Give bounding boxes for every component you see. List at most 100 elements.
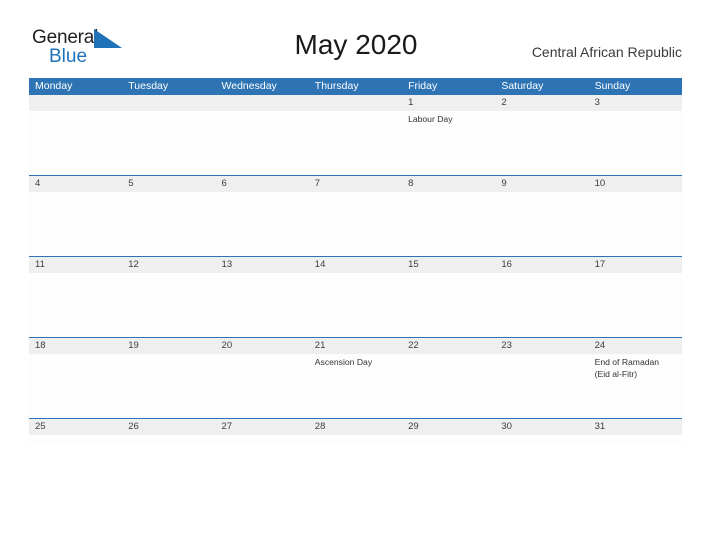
holiday-label: Ascension Day (314, 357, 373, 367)
calendar-weeks: 1 Labour Day 2 3 4 5 6 7 8 9 10 11 12 13 14 15 16 17 18 19 2… (29, 95, 682, 445)
calendar-day-cell[interactable]: 5 (122, 176, 216, 256)
day-number: 25 (29, 419, 123, 435)
calendar-day-cell[interactable] (215, 95, 309, 175)
week-body: 11 12 13 14 15 16 17 (29, 257, 682, 337)
calendar-day-cell[interactable]: 3 (588, 95, 682, 175)
day-number: 8 (402, 176, 496, 192)
day-number: 15 (402, 257, 496, 273)
week-body: 18 19 20 21 Ascension Day 22 23 24 End of Ramada… (29, 338, 682, 418)
calendar-day-cell[interactable]: 25 (29, 419, 123, 445)
day-of-week-header: Tuesday (128, 80, 169, 92)
day-number (308, 95, 403, 111)
day-events: Ascension Day (309, 354, 402, 369)
calendar-page: General Blue May 2020 Central African Re… (0, 0, 712, 550)
week-body: 4 5 6 7 8 9 10 (29, 176, 682, 256)
day-events: Labour Day (402, 111, 495, 126)
calendar-week-row: 4 5 6 7 8 9 10 (29, 175, 682, 256)
day-number: 7 (308, 176, 403, 192)
day-number: 4 (29, 176, 123, 192)
day-of-week-header: Saturday (501, 80, 544, 92)
calendar-day-cell[interactable]: 20 (215, 338, 309, 418)
week-body: 1 Labour Day 2 3 (29, 95, 682, 175)
calendar-day-cell[interactable]: 14 (308, 257, 403, 337)
calendar-day-cell[interactable]: 1 Labour Day (402, 95, 496, 175)
country-label: Central African Republic (531, 44, 682, 60)
calendar-week-row: 25 26 27 28 29 30 31 (29, 418, 682, 445)
day-number: 6 (215, 176, 309, 192)
day-number: 21 (308, 338, 403, 354)
calendar-day-cell[interactable]: 10 (588, 176, 682, 256)
day-number: 13 (215, 257, 309, 273)
day-number: 16 (495, 257, 589, 273)
calendar-day-cell[interactable]: 11 (29, 257, 123, 337)
calendar-day-cell[interactable]: 8 (402, 176, 496, 256)
calendar-day-cell[interactable] (122, 95, 216, 175)
calendar-day-cell[interactable]: 18 (29, 338, 123, 418)
day-number: 31 (588, 419, 682, 435)
calendar-day-cell[interactable]: 27 (215, 419, 309, 445)
calendar-day-cell[interactable]: 21 Ascension Day (308, 338, 403, 418)
day-number (29, 95, 123, 111)
day-number: 18 (29, 338, 123, 354)
calendar-day-cell[interactable]: 9 (495, 176, 589, 256)
calendar-week-row: 11 12 13 14 15 16 17 (29, 256, 682, 337)
day-number: 22 (402, 338, 496, 354)
day-number: 27 (215, 419, 309, 435)
day-number: 19 (122, 338, 216, 354)
holiday-label: End of Ramadan (594, 357, 660, 367)
day-number: 26 (122, 419, 216, 435)
day-number: 29 (402, 419, 496, 435)
day-number: 24 (588, 338, 682, 354)
calendar-day-cell[interactable]: 6 (215, 176, 309, 256)
day-number: 28 (308, 419, 403, 435)
calendar-day-cell[interactable]: 19 (122, 338, 216, 418)
day-of-week-header: Monday (35, 80, 73, 92)
calendar-day-cell[interactable]: 2 (495, 95, 589, 175)
holiday-label: Labour Day (408, 114, 453, 124)
day-number: 1 (402, 95, 496, 111)
calendar-day-cell[interactable]: 31 (588, 419, 682, 445)
calendar-day-cell[interactable]: 7 (308, 176, 403, 256)
calendar-grid: Monday Tuesday Wednesday Thursday Friday Satu… (29, 78, 682, 445)
calendar-day-cell[interactable]: 17 (588, 257, 682, 337)
day-number (215, 95, 309, 111)
day-number: 9 (495, 176, 589, 192)
day-number: 11 (29, 257, 123, 273)
calendar-day-cell[interactable]: 28 (308, 419, 403, 445)
calendar-day-cell[interactable]: 22 (402, 338, 496, 418)
calendar-day-cell[interactable] (308, 95, 403, 175)
day-number: 2 (495, 95, 589, 111)
calendar-week-row: 1 Labour Day 2 3 (29, 95, 682, 175)
calendar-day-cell[interactable]: 12 (122, 257, 216, 337)
day-of-week-header: Thursday (314, 80, 359, 92)
calendar-week-row: 18 19 20 21 Ascension Day 22 23 24 End of Ramada… (29, 337, 682, 418)
day-number: 10 (588, 176, 682, 192)
calendar-day-cell[interactable]: 23 (495, 338, 589, 418)
day-number: 12 (122, 257, 216, 273)
day-number: 20 (215, 338, 309, 354)
day-number (122, 95, 216, 111)
day-of-week-header-row: Monday Tuesday Wednesday Thursday Friday Satu… (29, 78, 682, 95)
calendar-day-cell[interactable]: 30 (495, 419, 589, 445)
calendar-day-cell[interactable] (29, 95, 123, 175)
page-header: General Blue May 2020 Central African Re… (0, 0, 712, 78)
calendar-day-cell[interactable]: 24 End of Ramadan (Eid al-Fitr) (588, 338, 682, 418)
day-number: 5 (122, 176, 216, 192)
calendar-day-cell[interactable]: 29 (402, 419, 496, 445)
day-number: 17 (588, 257, 682, 273)
day-events: End of Ramadan (Eid al-Fitr) (589, 354, 682, 380)
calendar-day-cell[interactable]: 16 (495, 257, 589, 337)
day-number: 14 (308, 257, 403, 273)
day-of-week-header: Sunday (594, 80, 631, 92)
day-of-week-header: Wednesday (221, 80, 277, 92)
holiday-label: (Eid al-Fitr) (594, 368, 638, 379)
calendar-day-cell[interactable]: 4 (29, 176, 123, 256)
calendar-day-cell[interactable]: 15 (402, 257, 496, 337)
day-of-week-header: Friday (408, 80, 438, 92)
calendar-day-cell[interactable]: 26 (122, 419, 216, 445)
day-number: 3 (588, 95, 682, 111)
day-number: 23 (495, 338, 589, 354)
day-number: 30 (495, 419, 589, 435)
calendar-day-cell[interactable]: 13 (215, 257, 309, 337)
week-body: 25 26 27 28 29 30 31 (29, 419, 682, 445)
